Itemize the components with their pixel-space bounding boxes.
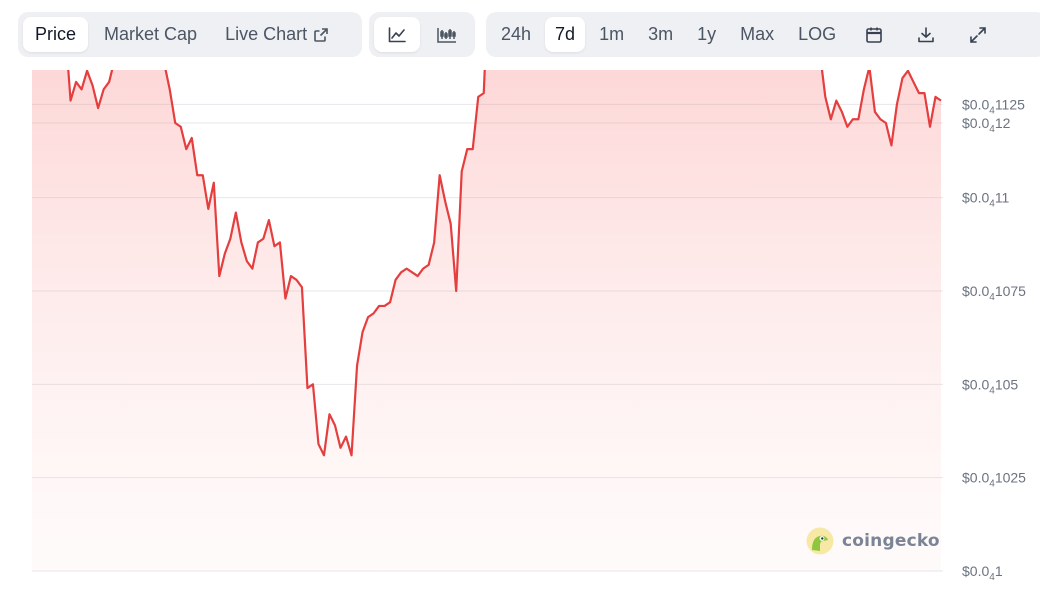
candlestick-chart-button[interactable]	[424, 17, 470, 52]
fullscreen-icon	[969, 26, 987, 44]
fullscreen-button[interactable]	[954, 17, 1002, 52]
brand-name: coingecko	[842, 531, 940, 551]
range-group: 24h 7d 1m 3m 1y Max LOG	[486, 12, 1040, 57]
y-tick-label: $0.04105	[962, 376, 1018, 396]
download-button[interactable]	[902, 17, 950, 52]
tab-live-chart[interactable]: Live Chart	[213, 17, 341, 52]
chart-type-group	[369, 12, 475, 57]
range-3m-button[interactable]: 3m	[638, 17, 683, 52]
chart-toolbar: Price Market Cap Live Chart 24h 7d 1m 3m…	[18, 12, 1040, 57]
calendar-icon	[865, 26, 883, 44]
candlestick-icon	[437, 27, 457, 43]
tab-price[interactable]: Price	[23, 17, 89, 52]
line-chart-button[interactable]	[374, 17, 420, 52]
y-tick-label: $0.041125	[962, 96, 1025, 116]
price-chart: $0.0412$0.041175$0.04115$0.041125$0.0411…	[0, 70, 1040, 606]
y-tick-label: $0.0411	[962, 190, 1010, 210]
range-24h-button[interactable]: 24h	[491, 17, 541, 52]
view-tab-group: Price Market Cap Live Chart	[18, 12, 362, 57]
y-tick-label: $0.041025	[962, 470, 1026, 490]
range-1m-button[interactable]: 1m	[589, 17, 634, 52]
range-1y-button[interactable]: 1y	[687, 17, 726, 52]
tab-live-chart-label: Live Chart	[225, 24, 308, 44]
log-scale-button[interactable]: LOG	[788, 17, 846, 52]
y-tick-label: $0.041075	[962, 283, 1026, 303]
line-chart-icon	[388, 26, 406, 43]
calendar-button[interactable]	[850, 17, 898, 52]
y-tick-label: $0.041	[962, 563, 1003, 583]
price-area-fill	[32, 70, 941, 571]
download-icon	[917, 26, 935, 44]
tab-market-cap[interactable]: Market Cap	[92, 17, 209, 52]
range-max-button[interactable]: Max	[730, 17, 784, 52]
coingecko-logo	[806, 527, 834, 555]
coingecko-watermark: coingecko	[806, 527, 940, 555]
y-tick-label: $0.0412	[962, 115, 1011, 135]
external-link-icon	[313, 27, 329, 43]
price-chart-svg: $0.0412$0.041175$0.04115$0.041125$0.0411…	[32, 70, 1026, 583]
range-7d-button[interactable]: 7d	[545, 17, 586, 52]
